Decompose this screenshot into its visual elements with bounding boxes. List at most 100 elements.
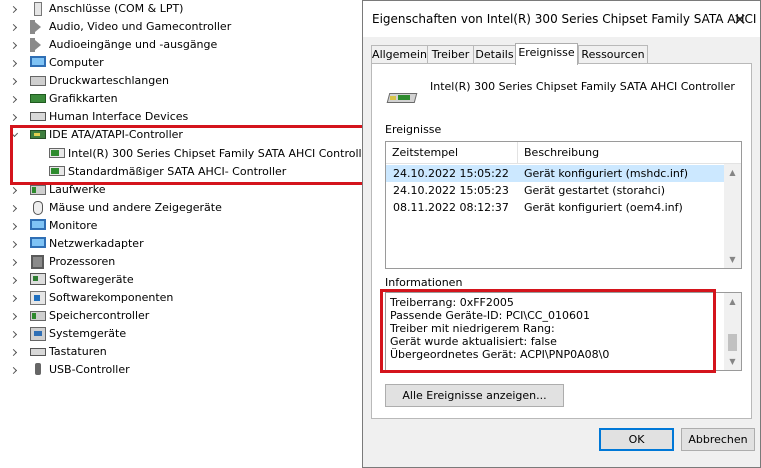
tree-item-processors[interactable]: Prozessoren — [0, 253, 362, 271]
column-header-description[interactable]: Beschreibung — [518, 142, 723, 164]
tree-item-label: USB-Controller — [49, 363, 130, 376]
chevron-right-icon[interactable] — [9, 0, 19, 18]
tree-item-audio-video[interactable]: Audio, Video und Gamecontroller — [0, 18, 362, 36]
chevron-right-icon[interactable] — [9, 253, 19, 271]
dialog-title: Eigenschaften von Intel(R) 300 Series Ch… — [372, 12, 761, 26]
system-device-icon — [30, 327, 46, 341]
tree-item-label: Laufwerke — [49, 183, 106, 196]
graphics-card-icon — [30, 94, 46, 103]
tree-item-label: Tastaturen — [49, 345, 107, 358]
close-icon[interactable]: ✕ — [722, 1, 758, 37]
tree-item-monitors[interactable]: Monitore — [0, 217, 362, 235]
tree-item-network-adapters[interactable]: Netzwerkadapter — [0, 235, 362, 253]
tree-item-label: Mäuse und andere Zeigegeräte — [49, 201, 222, 214]
chevron-right-icon[interactable] — [9, 271, 19, 289]
tree-item-software-components[interactable]: Softwarekomponenten — [0, 289, 362, 307]
tree-item-label: Human Interface Devices — [49, 110, 189, 123]
events-scrollbar[interactable]: ▲ ▼ — [724, 164, 741, 268]
controller-device-icon — [386, 87, 418, 109]
column-header-timestamp[interactable]: Zeitstempel — [386, 142, 518, 164]
tree-item-label: Softwarekomponenten — [49, 291, 174, 304]
chevron-right-icon[interactable] — [9, 307, 19, 325]
tree-item-storage-controllers[interactable]: Speichercontroller — [0, 307, 362, 325]
speaker-icon — [30, 20, 46, 34]
storage-controller-icon — [30, 311, 46, 321]
tree-item-usb-controllers[interactable]: USB-Controller — [0, 361, 362, 379]
speaker-icon — [30, 38, 46, 52]
show-all-events-button[interactable]: Alle Ereignisse anzeigen... — [385, 384, 564, 407]
usb-icon — [35, 363, 41, 375]
hid-icon — [30, 112, 46, 121]
tree-item-label: Grafikkarten — [49, 92, 118, 105]
chevron-right-icon[interactable] — [9, 108, 19, 126]
event-row[interactable]: 24.10.2022 15:05:22 Gerät konfiguriert (… — [386, 165, 724, 182]
tree-item-label: Audio, Video und Gamecontroller — [49, 20, 232, 33]
tree-item-ports[interactable]: Anschlüsse (COM & LPT) — [0, 0, 362, 18]
information-label: Informationen — [385, 276, 463, 289]
software-component-icon — [30, 291, 46, 305]
highlight-box-information — [380, 289, 716, 373]
tree-item-keyboards[interactable]: Tastaturen — [0, 343, 362, 361]
chevron-right-icon[interactable] — [9, 217, 19, 235]
ok-button[interactable]: OK — [599, 428, 674, 451]
tree-item-label: Monitore — [49, 219, 98, 232]
scroll-thumb[interactable] — [728, 334, 737, 351]
properties-dialog: Eigenschaften von Intel(R) 300 Series Ch… — [362, 0, 761, 468]
event-timestamp: 08.11.2022 08:12:37 — [393, 201, 509, 214]
chevron-right-icon[interactable] — [9, 325, 19, 343]
tree-item-computer[interactable]: Computer — [0, 54, 362, 72]
tab-driver[interactable]: Treiber — [427, 45, 474, 64]
software-device-icon — [30, 273, 46, 285]
tab-events[interactable]: Ereignisse — [515, 43, 578, 65]
tree-item-system-devices[interactable]: Systemgeräte — [0, 325, 362, 343]
monitor-icon — [30, 56, 46, 67]
events-table[interactable]: Zeitstempel Beschreibung 24.10.2022 15:0… — [385, 141, 742, 269]
device-name: Intel(R) 300 Series Chipset Family SATA … — [430, 80, 735, 93]
tree-item-hid[interactable]: Human Interface Devices — [0, 108, 362, 126]
chevron-right-icon[interactable] — [9, 361, 19, 379]
dialog-titlebar[interactable]: Eigenschaften von Intel(R) 300 Series Ch… — [363, 1, 761, 37]
tree-item-label: Softwaregeräte — [49, 273, 134, 286]
device-tree[interactable]: Anschlüsse (COM & LPT) Audio, Video und … — [0, 0, 373, 468]
chevron-right-icon[interactable] — [9, 72, 19, 90]
processor-icon — [31, 255, 44, 269]
chevron-right-icon[interactable] — [9, 199, 19, 217]
tree-item-label: Prozessoren — [49, 255, 116, 268]
event-row[interactable]: 24.10.2022 15:05:23 Gerät gestartet (sto… — [386, 182, 724, 199]
tree-item-label: Computer — [49, 56, 104, 69]
tree-item-label: Anschlüsse (COM & LPT) — [49, 2, 184, 15]
mouse-icon — [33, 201, 43, 215]
tab-general[interactable]: Allgemein — [371, 45, 428, 64]
tree-item-label: Speichercontroller — [49, 309, 150, 322]
drive-icon — [30, 185, 46, 195]
chevron-right-icon[interactable] — [9, 343, 19, 361]
tree-item-mice[interactable]: Mäuse und andere Zeigegeräte — [0, 199, 362, 217]
chevron-right-icon[interactable] — [9, 18, 19, 36]
scroll-down-arrow-icon[interactable]: ▼ — [724, 353, 741, 370]
event-timestamp: 24.10.2022 15:05:22 — [393, 167, 509, 180]
chevron-right-icon[interactable] — [9, 90, 19, 108]
chevron-right-icon[interactable] — [9, 54, 19, 72]
event-row[interactable]: 08.11.2022 08:12:37 Gerät konfiguriert (… — [386, 199, 724, 216]
tab-resources[interactable]: Ressourcen — [578, 45, 648, 64]
scroll-down-arrow-icon[interactable]: ▼ — [724, 251, 741, 268]
tree-item-print-queues[interactable]: Druckwarteschlangen — [0, 72, 362, 90]
tree-item-label: Druckwarteschlangen — [49, 74, 169, 87]
scroll-up-arrow-icon[interactable]: ▲ — [724, 164, 741, 181]
events-table-header: Zeitstempel Beschreibung — [386, 142, 741, 164]
chevron-right-icon[interactable] — [9, 36, 19, 54]
chevron-right-icon[interactable] — [9, 235, 19, 253]
event-description: Gerät konfiguriert (oem4.inf) — [524, 201, 683, 214]
cancel-button[interactable]: Abbrechen — [681, 428, 755, 451]
tree-item-label: Audioeingänge und -ausgänge — [49, 38, 218, 51]
highlight-box-ide — [10, 125, 365, 185]
information-scrollbar[interactable]: ▲ ▼ — [724, 293, 741, 370]
scroll-up-arrow-icon[interactable]: ▲ — [724, 293, 741, 310]
event-description: Gerät gestartet (storahci) — [524, 184, 666, 197]
tree-item-graphics[interactable]: Grafikkarten — [0, 90, 362, 108]
port-icon — [34, 2, 42, 16]
chevron-right-icon[interactable] — [9, 289, 19, 307]
tree-item-audio-inputs[interactable]: Audioeingänge und -ausgänge — [0, 36, 362, 54]
tree-item-software-devices[interactable]: Softwaregeräte — [0, 271, 362, 289]
tab-details[interactable]: Details — [473, 45, 516, 64]
